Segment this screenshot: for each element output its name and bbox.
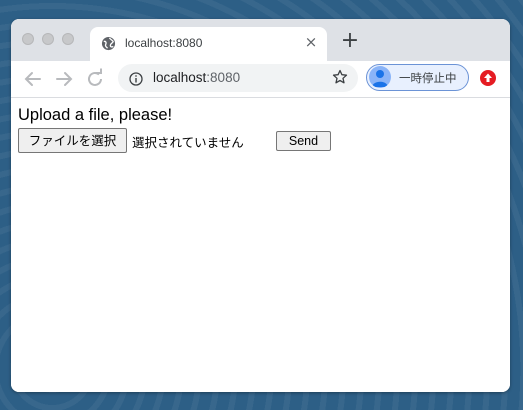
- page-heading: Upload a file, please!: [18, 106, 173, 124]
- url-port: :8080: [206, 70, 241, 85]
- tab-localhost[interactable]: localhost:8080 ×: [90, 27, 327, 61]
- page-content: Upload a file, please! ファイルを選択 選択されていません…: [11, 98, 510, 392]
- address-bar[interactable]: localhost:8080: [118, 64, 358, 92]
- file-status-text: 選択されていません: [132, 135, 244, 150]
- send-button[interactable]: Send: [276, 131, 331, 151]
- browser-window: localhost:8080 × + localhost:8080 一時停止中 …: [11, 19, 510, 392]
- globe-icon: [101, 36, 116, 51]
- tab-title: localhost:8080: [125, 36, 203, 50]
- url-host: localhost: [153, 70, 207, 85]
- site-info-icon[interactable]: [129, 71, 143, 86]
- profile-button[interactable]: 一時停止中: [366, 64, 469, 91]
- close-window-button[interactable]: [22, 33, 34, 45]
- new-tab-button[interactable]: +: [340, 30, 360, 52]
- zoom-window-button[interactable]: [62, 33, 74, 45]
- browser-toolbar: localhost:8080 一時停止中: [11, 61, 510, 98]
- minimize-window-button[interactable]: [42, 33, 54, 45]
- tab-close-icon[interactable]: ×: [303, 34, 319, 50]
- avatar-icon: [369, 66, 391, 88]
- extension-icon[interactable]: [480, 70, 496, 86]
- star-icon[interactable]: [332, 69, 348, 85]
- back-arrow-icon[interactable]: [21, 67, 45, 91]
- choose-file-button[interactable]: ファイルを選択: [18, 128, 127, 153]
- reload-icon[interactable]: [83, 67, 107, 91]
- url-text: localhost:8080: [153, 70, 240, 85]
- tab-strip: localhost:8080 × +: [11, 19, 510, 61]
- profile-label: 一時停止中: [399, 71, 457, 85]
- forward-arrow-icon[interactable]: [52, 67, 76, 91]
